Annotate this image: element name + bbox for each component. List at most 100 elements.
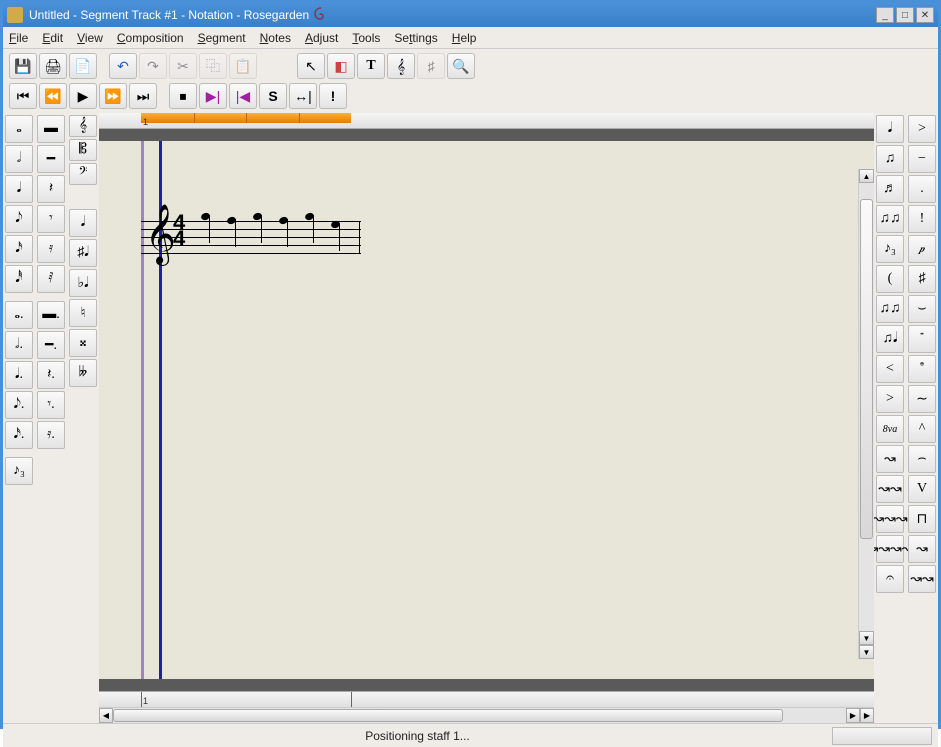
pointer-tool-button[interactable]: ↖ [297, 53, 325, 79]
scroll-right-button[interactable]: ▶ [846, 708, 860, 723]
top-ruler[interactable]: 1 [99, 113, 874, 129]
loop-start-button[interactable]: ▶| [199, 83, 227, 109]
paste-button[interactable]: 📋 [229, 53, 257, 79]
close-button[interactable]: ✕ [916, 7, 934, 23]
upbow-button[interactable]: V [908, 475, 936, 503]
maximize-button[interactable]: □ [896, 7, 914, 23]
quarter-note-button[interactable]: 𝅘𝅥 [5, 175, 33, 203]
redo-button[interactable]: ↷ [139, 53, 167, 79]
guitar-chord-button[interactable]: 𝄞 [387, 53, 415, 79]
eighth-rest-button[interactable]: 𝄾 [37, 205, 65, 233]
menu-view[interactable]: View [77, 31, 103, 45]
unbeam-button[interactable]: ♬ [876, 175, 904, 203]
turn2-button[interactable]: ∼ [908, 385, 936, 413]
print-preview-button[interactable]: 📄 [69, 53, 97, 79]
flat-note-button[interactable]: ♭𝅘𝅥 [69, 269, 97, 297]
dotted-quarter-rest-button[interactable]: 𝄽. [37, 361, 65, 389]
accent-button[interactable]: > [908, 115, 936, 143]
mordent-button[interactable]: 𝆴 [908, 325, 936, 353]
bass-clef-button[interactable]: 𝄢 [69, 163, 97, 185]
menu-composition[interactable]: Composition [117, 31, 184, 45]
half-note-button[interactable]: 𝅗𝅥 [5, 145, 33, 173]
staccato-button[interactable]: . [908, 175, 936, 203]
trill3-button[interactable]: ↝↝↝ [876, 505, 904, 533]
scroll-up-button[interactable]: ▲ [859, 169, 874, 183]
scroll-thumb-v[interactable] [860, 199, 873, 539]
score-canvas[interactable]: 𝄞 4 4 ▲ [99, 141, 874, 679]
scroll-left-button[interactable]: ◀ [99, 708, 113, 723]
zoom-button[interactable]: 🔍 [447, 53, 475, 79]
trill2-button[interactable]: ↝↝ [876, 475, 904, 503]
menu-edit[interactable]: Edit [42, 31, 63, 45]
trill4-button[interactable]: ↝↝↝↝ [876, 535, 904, 563]
vertical-scrollbar[interactable]: ▲ ▼ ▼ [858, 169, 874, 659]
eraser-tool-button[interactable]: ◧ [327, 53, 355, 79]
whole-rest-button[interactable]: ▬ [37, 115, 65, 143]
panic-button[interactable]: ! [319, 83, 347, 109]
sixteenth-note-button[interactable]: 𝅘𝅥𝅯 [5, 235, 33, 263]
natural-note-button[interactable]: 𝅘𝅥 [69, 209, 97, 237]
menu-tools[interactable]: Tools [352, 31, 380, 45]
bottom-ruler[interactable]: 1 [99, 691, 874, 707]
thirtysecond-rest-button[interactable]: 𝅀 [37, 265, 65, 293]
fermata2-button[interactable]: ⌢ [908, 445, 936, 473]
menu-segment[interactable]: Segment [198, 31, 246, 45]
dynamic-button[interactable]: 𝆏 [908, 235, 936, 263]
double-flat-button[interactable]: 𝄫 [69, 359, 97, 387]
dotted-eighth-button[interactable]: 𝅘𝅥𝅮. [5, 391, 33, 419]
quarter-rest-button[interactable]: 𝄽 [37, 175, 65, 203]
auto-beam-button[interactable]: ♫ [876, 145, 904, 173]
marcato-button[interactable]: ^ [908, 415, 936, 443]
thirtysecond-note-button[interactable]: 𝅘𝅥𝅰 [5, 265, 33, 293]
trill-mark2-button[interactable]: ↝↝ [908, 565, 936, 593]
downbow-button[interactable]: ⊓ [908, 505, 936, 533]
undo-button[interactable]: ↶ [109, 53, 137, 79]
trill-button[interactable]: ↝ [876, 445, 904, 473]
copy-button[interactable]: ⿻ [199, 53, 227, 79]
ffwd-button[interactable]: ⏩ [99, 83, 127, 109]
menu-settings[interactable]: Settings [394, 31, 437, 45]
rewind-button[interactable]: ⏪ [39, 83, 67, 109]
print-button[interactable]: 🖨 [39, 53, 67, 79]
scroll-down-button[interactable]: ▼ [859, 631, 874, 645]
fermata-button[interactable]: 𝄐 [876, 565, 904, 593]
loop-end-button[interactable]: |◀ [229, 83, 257, 109]
inv-mordent-button[interactable]: 𝆵 [908, 355, 936, 383]
tuplet-button[interactable]: ♪₃ [876, 235, 904, 263]
crescendo-button[interactable]: < [876, 355, 904, 383]
grace-button[interactable]: ♫♫ [876, 295, 904, 323]
dotted-sixteenth-button[interactable]: 𝅘𝅥𝅯. [5, 421, 33, 449]
sharp-note-button[interactable]: ♯𝅘𝅥 [69, 239, 97, 267]
sharp-mark-button[interactable]: ♯ [908, 265, 936, 293]
dotted-eighth-rest-button[interactable]: 𝄾. [37, 391, 65, 419]
triplet-button[interactable]: ♪₃ [5, 457, 33, 485]
natural-button[interactable]: ♮ [69, 299, 97, 327]
decrescendo-button[interactable]: > [876, 385, 904, 413]
menu-adjust[interactable]: Adjust [305, 31, 338, 45]
save-button[interactable]: 💾 [9, 53, 37, 79]
dotted-half-rest-button[interactable]: ━. [37, 331, 65, 359]
tie-button[interactable]: ♫𝅘𝅥 [876, 325, 904, 353]
text-tool-button[interactable]: T [357, 53, 385, 79]
beam-button[interactable]: 𝅘𝅥 [876, 115, 904, 143]
menu-notes[interactable]: Notes [260, 31, 291, 45]
dotted-whole-rest-button[interactable]: ▬. [37, 301, 65, 329]
beam-group-button[interactable]: ♫♫ [876, 205, 904, 233]
loop-toggle-button[interactable]: ↔| [289, 83, 317, 109]
trill-mark-button[interactable]: ↝ [908, 535, 936, 563]
staccatissimo-button[interactable]: ! [908, 205, 936, 233]
dotted-quarter-button[interactable]: 𝅘𝅥. [5, 361, 33, 389]
cut-button[interactable]: ✂ [169, 53, 197, 79]
eighth-note-button[interactable]: 𝅘𝅥𝅮 [5, 205, 33, 233]
octave-button[interactable]: 8va [876, 415, 904, 443]
scroll-down-button-2[interactable]: ▼ [859, 645, 874, 659]
double-sharp-button[interactable]: 𝄪 [69, 329, 97, 357]
slur-button[interactable]: ( [876, 265, 904, 293]
stop-button[interactable]: ⏹ [169, 83, 197, 109]
menu-file[interactable]: File [9, 31, 28, 45]
alto-clef-button[interactable]: 𝄡 [69, 139, 97, 161]
scroll-thumb-h[interactable] [113, 709, 783, 722]
horizontal-scrollbar[interactable]: ◀ ▶ ▶ [99, 707, 874, 723]
whole-note-button[interactable]: 𝅝 [5, 115, 33, 143]
turn-button[interactable]: ⌣ [908, 295, 936, 323]
